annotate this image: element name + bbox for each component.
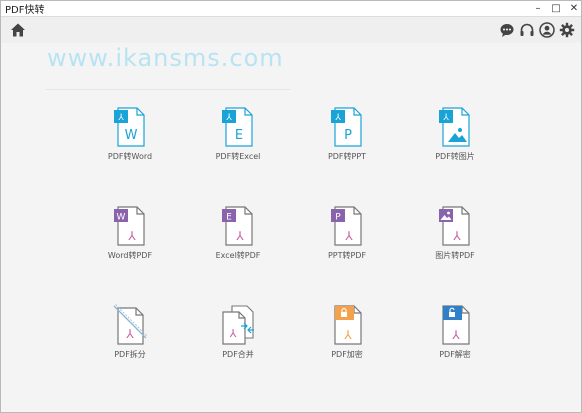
- word-to-pdf-icon: W ⅄: [114, 206, 145, 246]
- headset-icon[interactable]: [519, 22, 535, 38]
- pdf-decrypt-icon: ⅄: [442, 305, 470, 345]
- tool-label: PDF转Excel: [215, 152, 261, 161]
- pdf-to-image-icon: ⅄: [439, 107, 470, 147]
- settings-icon[interactable]: [559, 22, 575, 38]
- home-icon[interactable]: [10, 22, 26, 38]
- chat-icon[interactable]: [499, 22, 515, 38]
- svg-text:⅄: ⅄: [334, 113, 341, 123]
- svg-text:⅄: ⅄: [235, 229, 244, 243]
- tool-pdf-to-ppt[interactable]: ⅄ P PDF转PPT: [299, 106, 395, 170]
- tool-pdf-to-word[interactable]: ⅄ W PDF转Word: [82, 106, 178, 170]
- svg-text:⅄: ⅄: [230, 327, 237, 340]
- tool-label: PDF加密: [331, 350, 363, 359]
- tool-pdf-merge[interactable]: ⅄ PDF合并: [190, 304, 286, 368]
- tool-label: PDF转Word: [107, 152, 153, 161]
- minimize-button[interactable]: –: [531, 2, 545, 16]
- pdf-to-word-icon: ⅄ W: [114, 107, 145, 147]
- app-title: PDF快转: [5, 5, 45, 16]
- title-bar: PDF快转 – □ ✕: [1, 1, 581, 17]
- tool-label: PDF拆分: [114, 350, 146, 359]
- svg-text:⅄: ⅄: [452, 229, 461, 243]
- letter-w: W: [125, 128, 138, 143]
- maximize-button[interactable]: □: [549, 2, 563, 16]
- tool-pdf-to-image[interactable]: ⅄ PDF转图片: [407, 106, 503, 170]
- excel-to-pdf-icon: E ⅄: [222, 206, 253, 246]
- letter-e: E: [226, 213, 232, 223]
- image-to-pdf-icon: ⅄: [439, 206, 470, 246]
- pdf-encrypt-icon: ⅄: [334, 305, 362, 345]
- letter-p: P: [344, 128, 352, 143]
- toolbar: [1, 17, 581, 43]
- tool-label: PDF转PPT: [327, 152, 367, 161]
- tool-pdf-split[interactable]: ⅄ PDF拆分: [82, 304, 178, 368]
- pdf-split-icon: ⅄: [113, 304, 148, 345]
- tool-pdf-to-excel[interactable]: ⅄ E PDF转Excel: [190, 106, 286, 170]
- tool-word-to-pdf[interactable]: W ⅄ Word转PDF: [82, 205, 178, 269]
- tool-ppt-to-pdf[interactable]: P ⅄ PPT转PDF: [299, 205, 395, 269]
- divider: [45, 89, 291, 90]
- tool-label: PDF转图片: [435, 152, 475, 161]
- svg-text:⅄: ⅄: [225, 113, 232, 123]
- tool-label: 图片转PDF: [435, 251, 475, 260]
- pdf-to-excel-icon: ⅄ E: [222, 107, 253, 147]
- close-button[interactable]: ✕: [567, 2, 581, 16]
- app-window: PDF快转 – □ ✕ www.ikansms.com ⅄ W PDF转Word…: [0, 0, 582, 413]
- svg-text:⅄: ⅄: [127, 229, 136, 243]
- svg-text:⅄: ⅄: [343, 328, 352, 342]
- svg-text:⅄: ⅄: [125, 327, 134, 341]
- tool-label: Excel转PDF: [215, 251, 261, 260]
- svg-text:⅄: ⅄: [117, 113, 124, 123]
- letter-e: E: [235, 128, 243, 143]
- tool-label: PDF解密: [439, 350, 471, 359]
- window-controls: – □ ✕: [527, 2, 581, 16]
- letter-p: P: [335, 213, 341, 223]
- watermark-text: www.ikansms.com: [47, 44, 284, 72]
- svg-text:⅄: ⅄: [344, 229, 353, 243]
- pdf-to-ppt-icon: ⅄ P: [331, 107, 362, 147]
- tool-excel-to-pdf[interactable]: E ⅄ Excel转PDF: [190, 205, 286, 269]
- tool-pdf-encrypt[interactable]: ⅄ PDF加密: [299, 304, 395, 368]
- toolbar-actions: [499, 22, 575, 38]
- letter-w: W: [117, 213, 126, 223]
- ppt-to-pdf-icon: P ⅄: [331, 206, 362, 246]
- tool-label: PDF合并: [222, 350, 254, 359]
- tool-image-to-pdf[interactable]: ⅄ 图片转PDF: [407, 205, 503, 269]
- svg-text:⅄: ⅄: [451, 328, 460, 342]
- tool-pdf-decrypt[interactable]: ⅄ PDF解密: [407, 304, 503, 368]
- user-icon[interactable]: [539, 22, 555, 38]
- pdf-merge-icon: ⅄: [222, 305, 254, 345]
- svg-text:⅄: ⅄: [442, 113, 449, 123]
- tool-label: PPT转PDF: [327, 251, 367, 260]
- tool-label: Word转PDF: [107, 251, 153, 260]
